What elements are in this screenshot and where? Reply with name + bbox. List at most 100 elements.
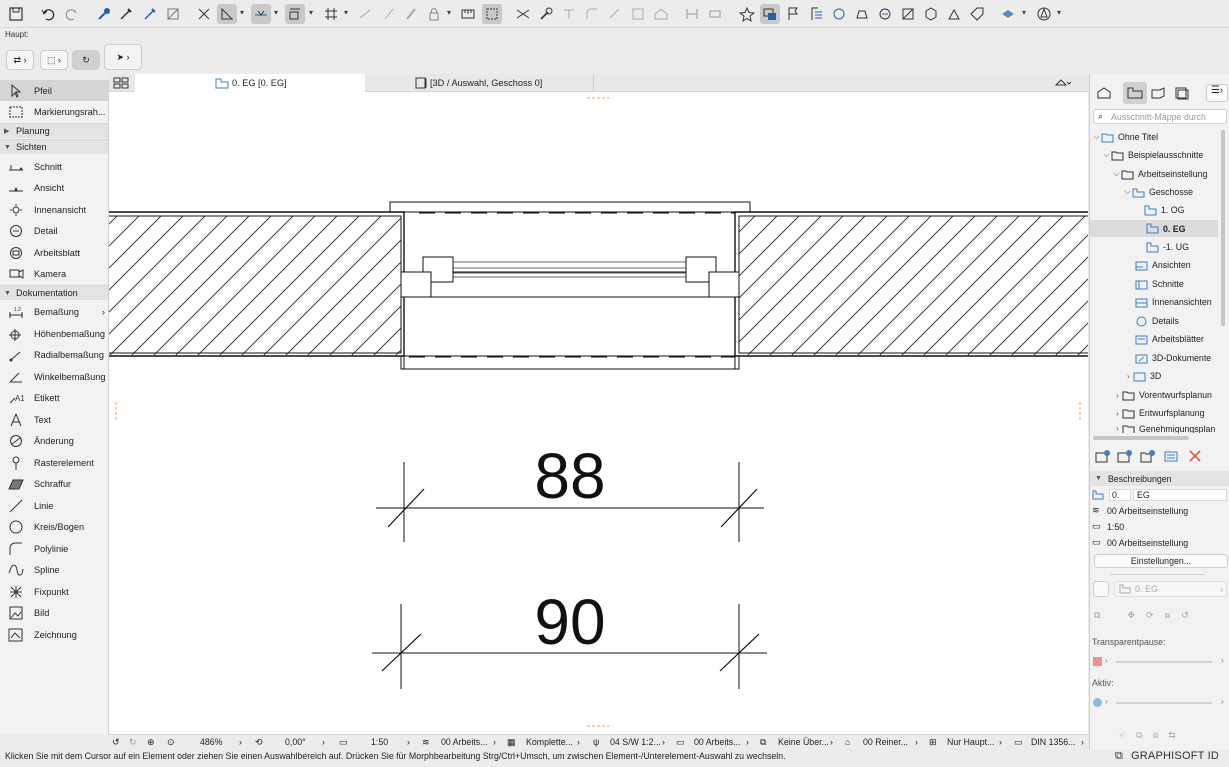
new-view-icon[interactable]: [1095, 449, 1111, 463]
selection-method-button[interactable]: ⇄ ›: [6, 50, 34, 70]
dimension-standard[interactable]: DIN 1356...: [1031, 737, 1076, 747]
chevron-down-icon[interactable]: ▾: [274, 8, 278, 17]
tool-linie[interactable]: Linie: [0, 495, 108, 516]
tool-spline[interactable]: Spline: [0, 559, 108, 580]
tree-vertical-scrollbar[interactable]: [1221, 130, 1225, 326]
layer-combination-row[interactable]: ≋ 00 Arbeitseinstellung: [1092, 505, 1188, 516]
tool-ansicht[interactable]: Ansicht: [0, 177, 108, 198]
chevron-right-icon[interactable]: ›: [999, 737, 1002, 747]
move-reference-icon[interactable]: ✥: [1127, 610, 1135, 621]
teamwork-icon[interactable]: [829, 4, 849, 24]
compare-icon[interactable]: ⧈: [1165, 610, 1171, 621]
tool-fixpunkt[interactable]: Fixpunkt: [0, 581, 108, 602]
chevron-down-icon[interactable]: ▾: [1022, 8, 1026, 17]
3d-model-icon[interactable]: [921, 4, 941, 24]
chevron-down-icon[interactable]: ▾: [309, 8, 313, 17]
lock-icon[interactable]: [424, 4, 444, 24]
zoom-fit-icon[interactable]: ⊙: [167, 737, 174, 748]
navigator-menu-icon[interactable]: ☰›: [1206, 84, 1228, 102]
properties-header[interactable]: ▼ Beschreibungen: [1090, 471, 1229, 486]
chevron-right-icon[interactable]: ›: [662, 737, 665, 747]
zoom-back-icon[interactable]: ↺: [112, 737, 119, 748]
undo-icon[interactable]: [38, 4, 58, 24]
tool-rasterelement[interactable]: Rasterelement: [0, 452, 108, 473]
view-id-field[interactable]: 0.: [1109, 489, 1131, 501]
flag-icon[interactable]: [783, 4, 803, 24]
split-icon[interactable]: [628, 4, 648, 24]
navigation-mode-icon[interactable]: [1034, 4, 1054, 24]
project-map-icon[interactable]: [1096, 86, 1112, 100]
tree-item-0-eg[interactable]: 0. EG: [1090, 220, 1218, 237]
tool-detail[interactable]: Detail: [0, 220, 108, 241]
tag-icon[interactable]: [967, 4, 987, 24]
snap-points-icon[interactable]: [285, 4, 305, 24]
new-folder-icon[interactable]: [1140, 449, 1156, 463]
scale-row[interactable]: ▭ 1:50: [1092, 521, 1124, 532]
arrow-tool-button[interactable]: ➤ ›: [104, 44, 142, 70]
tree-item-1-og[interactable]: 1. OG: [1144, 202, 1218, 218]
tool-winkelbemassung[interactable]: Winkelbemaßung: [0, 366, 108, 387]
save-view-icon[interactable]: [1163, 449, 1179, 463]
tool-schraffur[interactable]: Schraffur: [0, 473, 108, 494]
tool-polylinie[interactable]: Polylinie: [0, 538, 108, 559]
group-dokumentation[interactable]: ▼ Dokumentation: [0, 285, 108, 300]
graphic-override[interactable]: Keine Über...: [778, 737, 829, 747]
publisher-icon[interactable]: [1173, 86, 1189, 100]
swap-icon[interactable]: ⇆: [1168, 730, 1176, 741]
guide-lines-icon[interactable]: [217, 4, 237, 24]
show-selection-icon[interactable]: [760, 4, 780, 24]
rotate-marquee-button[interactable]: ↻: [72, 50, 100, 70]
tree-item-3d-dokumente[interactable]: 3D-Dokumente: [1135, 350, 1218, 366]
floor-plan-canvas[interactable]: 88 90: [109, 92, 1088, 734]
tree-item-entwurf[interactable]: › Entwurfsplanung: [1113, 405, 1218, 421]
tree-item-3d[interactable]: › 3D: [1124, 368, 1218, 384]
chevron-right-icon[interactable]: ›: [830, 737, 833, 747]
tool-hoehenbemassung[interactable]: Höhenbemaßung: [0, 323, 108, 344]
chevron-right-icon[interactable]: ›: [915, 737, 918, 747]
distribute-icon[interactable]: [705, 4, 725, 24]
tree-item-arbeitsblaetter[interactable]: Arbeitsblätter: [1135, 331, 1218, 347]
chevron-right-icon[interactable]: ›: [493, 737, 496, 747]
tree-item-root[interactable]: ⌵ Ohne Titel: [1092, 129, 1218, 145]
tree-item-details[interactable]: Details: [1135, 313, 1218, 329]
pick-up-icon[interactable]: [94, 4, 114, 24]
chevron-down-icon[interactable]: ▾: [344, 8, 348, 17]
chevron-right-icon[interactable]: ›: [1105, 697, 1108, 706]
tool-pfeil[interactable]: Pfeil: [0, 80, 108, 101]
align-icon[interactable]: [682, 4, 702, 24]
tool-markierungsrahmen[interactable]: Markierungsrah...: [0, 101, 108, 122]
chevron-down-icon[interactable]: ▾: [240, 8, 244, 17]
chevron-right-icon[interactable]: ›: [1081, 737, 1084, 747]
overlay-icon[interactable]: ⧈: [1153, 730, 1159, 741]
eyedropper-icon[interactable]: [116, 4, 136, 24]
tab-3d-view[interactable]: [3D / Auswahl, Geschoss 0]: [365, 74, 594, 92]
search-input[interactable]: ⌕ Ausschnitt-Mappe durch: [1093, 109, 1227, 124]
tree-item-minus-1-ug[interactable]: -1. UG: [1146, 239, 1218, 255]
publish-icon[interactable]: [852, 4, 872, 24]
story-select[interactable]: 0. EG ›: [1114, 581, 1227, 597]
tool-kamera[interactable]: Kamera: [0, 263, 108, 284]
grid-icon[interactable]: [321, 4, 341, 24]
tool-arbeitsblatt[interactable]: Arbeitsblatt: [0, 242, 108, 263]
tab-overview-icon[interactable]: [113, 74, 133, 92]
tree-item-innenansichten[interactable]: Innenansichten: [1135, 294, 1218, 310]
tool-schnitt[interactable]: Schnitt: [0, 156, 108, 177]
hand-icon[interactable]: ☜: [1118, 730, 1126, 741]
chevron-right-icon[interactable]: ›: [577, 737, 580, 747]
clone-view-icon[interactable]: [1117, 449, 1133, 463]
trim-icon[interactable]: [559, 4, 579, 24]
tool-radialbemassung[interactable]: Radialbemaßung: [0, 344, 108, 365]
dimension-style[interactable]: 00 Arbeits...: [694, 737, 740, 747]
wrench-icon[interactable]: [536, 4, 556, 24]
copy-icon[interactable]: ⧉: [1136, 730, 1142, 741]
group-sichten[interactable]: ▼ Sichten: [0, 139, 108, 154]
chevron-right-icon[interactable]: ›: [322, 737, 325, 747]
tree-item-arbeitseinstellung[interactable]: ⌵ Arbeitseinstellung: [1112, 166, 1218, 182]
edit-selection-icon[interactable]: [482, 4, 502, 24]
issues-icon[interactable]: [806, 4, 826, 24]
marquee-mode-button[interactable]: ⬚ ›: [40, 50, 68, 70]
redo-icon[interactable]: [62, 4, 82, 24]
graphisoft-id-button[interactable]: ⧉ GRAPHISOFT ID: [1115, 750, 1219, 763]
render-icon[interactable]: [944, 4, 964, 24]
chevron-right-icon[interactable]: ›: [1105, 656, 1108, 665]
